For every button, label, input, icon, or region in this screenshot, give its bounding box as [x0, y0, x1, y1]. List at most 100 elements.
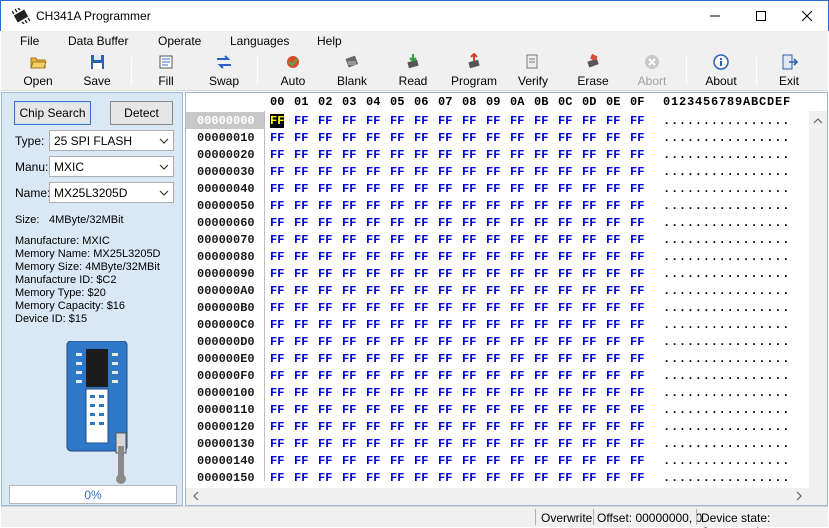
hex-byte[interactable]: FF [462, 301, 476, 315]
hex-byte[interactable]: FF [390, 233, 404, 247]
hex-byte[interactable]: FF [366, 420, 380, 434]
read-button[interactable]: Read [393, 51, 433, 91]
hex-byte[interactable]: FF [390, 386, 404, 400]
verify-button[interactable]: Verify [513, 51, 553, 91]
hex-byte[interactable]: FF [294, 114, 308, 128]
hex-byte[interactable]: FF [510, 454, 524, 468]
hex-byte[interactable]: FF [294, 131, 308, 145]
hex-byte[interactable]: FF [342, 267, 356, 281]
menu-file[interactable]: File [20, 34, 39, 48]
hex-byte[interactable]: FF [462, 369, 476, 383]
hex-byte[interactable]: FF [270, 403, 284, 417]
hex-byte[interactable]: FF [510, 437, 524, 451]
hex-byte[interactable]: FF [294, 403, 308, 417]
hex-byte[interactable]: FF [534, 437, 548, 451]
hex-row[interactable]: FF FF FF FF FF FF FF FF FF FF FF FF FF FF FF FF........… [266, 299, 826, 316]
hex-byte[interactable]: FF [534, 216, 548, 230]
hex-byte[interactable]: FF [486, 454, 500, 468]
hex-byte[interactable]: FF [294, 284, 308, 298]
hex-byte[interactable]: FF [294, 352, 308, 366]
hex-byte[interactable]: FF [462, 182, 476, 196]
hex-byte[interactable]: FF [342, 131, 356, 145]
ascii-row[interactable]: ................ [663, 233, 790, 247]
hex-byte[interactable]: FF [270, 369, 284, 383]
hex-byte[interactable]: FF [270, 301, 284, 315]
hex-byte[interactable]: FF [438, 199, 452, 213]
hex-byte[interactable]: FF [270, 148, 284, 162]
ascii-row[interactable]: ................ [663, 250, 790, 264]
hex-byte[interactable]: FF [582, 454, 596, 468]
minimize-button[interactable] [692, 1, 738, 31]
hex-byte[interactable]: FF [606, 369, 620, 383]
hex-byte[interactable]: FF [582, 471, 596, 485]
hex-byte[interactable]: FF [318, 114, 332, 128]
hex-byte[interactable]: FF [270, 420, 284, 434]
hex-byte[interactable]: FF [558, 420, 572, 434]
hex-byte[interactable]: FF [486, 471, 500, 485]
ascii-row[interactable]: ................ [663, 216, 790, 230]
hex-byte[interactable]: FF [534, 386, 548, 400]
hex-byte[interactable]: FF [462, 386, 476, 400]
hex-byte[interactable]: FF [630, 335, 644, 349]
hex-byte[interactable]: FF [318, 369, 332, 383]
hex-byte[interactable]: FF [270, 352, 284, 366]
hex-byte[interactable]: FF [342, 114, 356, 128]
hex-byte[interactable]: FF [510, 114, 524, 128]
ascii-row[interactable]: ................ [663, 454, 790, 468]
maximize-button[interactable] [738, 1, 784, 31]
ascii-row[interactable]: ................ [663, 165, 790, 179]
manu-select[interactable]: MXIC [49, 156, 174, 177]
hex-byte[interactable]: FF [390, 199, 404, 213]
hex-byte[interactable]: FF [414, 216, 428, 230]
hex-byte[interactable]: FF [486, 182, 500, 196]
hex-byte[interactable]: FF [318, 233, 332, 247]
ascii-row[interactable]: ................ [663, 131, 790, 145]
hex-byte[interactable]: FF [582, 182, 596, 196]
program-button[interactable]: Program [451, 51, 497, 91]
ascii-row[interactable]: ................ [663, 437, 790, 451]
horizontal-scrollbar[interactable] [186, 488, 827, 505]
hex-byte[interactable]: FF [462, 403, 476, 417]
hex-byte[interactable]: FF [438, 216, 452, 230]
hex-byte[interactable]: FF [510, 369, 524, 383]
hex-byte[interactable]: FF [462, 335, 476, 349]
hex-byte[interactable]: FF [318, 403, 332, 417]
hex-byte[interactable]: FF [342, 335, 356, 349]
hex-row[interactable]: FF FF FF FF FF FF FF FF FF FF FF FF FF FF FF FF........… [266, 248, 826, 265]
hex-byte[interactable]: FF [438, 335, 452, 349]
hex-byte[interactable]: FF [294, 369, 308, 383]
hex-byte[interactable]: FF [294, 199, 308, 213]
ascii-row[interactable]: ................ [663, 301, 790, 315]
hex-byte[interactable]: FF [318, 148, 332, 162]
hex-byte[interactable]: FF [318, 352, 332, 366]
swap-button[interactable]: Swap [204, 51, 244, 91]
hex-byte[interactable]: FF [582, 386, 596, 400]
hex-byte[interactable]: FF [582, 114, 596, 128]
hex-byte[interactable]: FF [486, 335, 500, 349]
hex-row[interactable]: FF FF FF FF FF FF FF FF FF FF FF FF FF FF FF FF........… [266, 469, 826, 486]
hex-byte[interactable]: FF [318, 318, 332, 332]
hex-byte[interactable]: FF [342, 420, 356, 434]
hex-byte[interactable]: FF [294, 250, 308, 264]
hex-byte[interactable]: FF [366, 267, 380, 281]
hex-byte[interactable]: FF [510, 284, 524, 298]
hex-byte[interactable]: FF [486, 437, 500, 451]
hex-byte[interactable]: FF [390, 250, 404, 264]
ascii-row[interactable]: ................ [663, 267, 790, 281]
hex-byte[interactable]: FF [558, 454, 572, 468]
ascii-row[interactable]: ................ [663, 420, 790, 434]
hex-byte[interactable]: FF [510, 386, 524, 400]
hex-byte[interactable]: FF [510, 267, 524, 281]
hex-byte[interactable]: FF [342, 284, 356, 298]
hex-byte[interactable]: FF [582, 335, 596, 349]
hex-byte[interactable]: FF [390, 284, 404, 298]
hex-byte[interactable]: FF [606, 386, 620, 400]
hex-byte[interactable]: FF [606, 454, 620, 468]
about-button[interactable]: About [701, 51, 741, 91]
exit-button[interactable]: Exit [769, 51, 809, 91]
hex-byte[interactable]: FF [534, 131, 548, 145]
hex-byte[interactable]: FF [414, 267, 428, 281]
hex-byte[interactable]: FF [630, 301, 644, 315]
hex-byte[interactable]: FF [582, 403, 596, 417]
hex-byte[interactable]: FF [270, 471, 284, 485]
